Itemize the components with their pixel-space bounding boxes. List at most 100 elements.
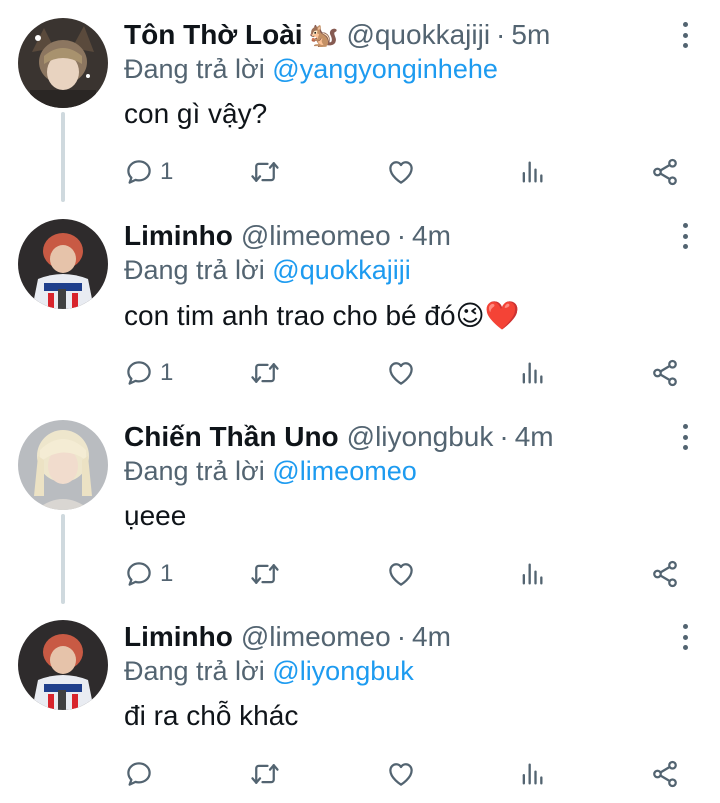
timestamp[interactable]: 5m: [511, 19, 550, 51]
heart-icon: [389, 161, 413, 184]
tweet-text-content: đi ra chỗ khác: [124, 700, 299, 731]
tweet[interactable]: Tôn Thờ Loài 🐿️ @quokkajiji · 5m Đang tr…: [0, 0, 720, 202]
retweet-icon: [251, 764, 279, 784]
retweet-icon: [251, 162, 279, 182]
avatar[interactable]: [18, 219, 108, 309]
tweet-text: con gì vậy?: [124, 98, 267, 130]
reply-button[interactable]: [124, 752, 154, 796]
more-options-icon[interactable]: [680, 22, 690, 48]
reply-button[interactable]: 1: [124, 150, 173, 194]
retweet-button[interactable]: [248, 150, 282, 194]
replying-to: Đang trả lời @liyongbuk: [124, 656, 414, 687]
handle[interactable]: @limeomeo: [241, 220, 391, 252]
share-button[interactable]: [650, 552, 680, 596]
share-button[interactable]: [650, 150, 680, 194]
tweet-text: con tim anh trao cho bé đó😉❤️: [124, 299, 520, 332]
share-icon: [653, 359, 677, 387]
tweet-header: Liminho @limeomeo · 4m: [124, 217, 660, 255]
retweet-button[interactable]: [248, 351, 282, 395]
analytics-icon: [522, 563, 543, 585]
handle[interactable]: @limeomeo: [241, 621, 391, 653]
more-options-icon[interactable]: [680, 624, 690, 650]
tweet-text-content: ụeee: [124, 500, 187, 531]
mention-link[interactable]: @liyongbuk: [272, 656, 414, 686]
timestamp[interactable]: 4m: [412, 621, 451, 653]
like-button[interactable]: [386, 752, 416, 796]
like-button[interactable]: [386, 552, 416, 596]
tweet-text: ụeee: [124, 500, 186, 532]
display-name[interactable]: Chiến Thần Uno: [124, 421, 339, 453]
wink-heart-emoji: 😉❤️: [455, 300, 520, 331]
like-button[interactable]: [386, 150, 416, 194]
replying-to-label: Đang trả lời: [124, 54, 265, 84]
tweet-text-content: con gì vậy?: [124, 98, 268, 129]
reply-button[interactable]: 1: [124, 351, 173, 395]
tweet-text-content: con tim anh trao cho bé đó: [124, 300, 456, 331]
action-bar: 1: [0, 150, 720, 194]
retweet-icon: [251, 363, 279, 383]
more-options-icon[interactable]: [680, 424, 690, 450]
reply-count: 1: [160, 158, 174, 185]
avatar[interactable]: [18, 420, 108, 510]
reply-icon: [127, 562, 151, 586]
separator: ·: [396, 621, 407, 652]
reply-button[interactable]: 1: [124, 552, 173, 596]
action-bar: [0, 752, 720, 796]
analytics-icon: [522, 161, 543, 183]
avatar[interactable]: [18, 18, 108, 108]
timestamp[interactable]: 4m: [412, 220, 451, 252]
display-name[interactable]: Liminho: [124, 220, 233, 252]
reply-icon: [127, 361, 151, 385]
handle[interactable]: @liyongbuk: [347, 421, 494, 453]
analytics-icon: [522, 763, 543, 785]
separator: ·: [496, 19, 506, 50]
separator: ·: [396, 220, 407, 251]
reply-count: 1: [160, 359, 174, 386]
heart-icon: [389, 362, 413, 385]
mention-link[interactable]: @yangyonginhehe: [272, 54, 498, 84]
display-name[interactable]: Liminho: [124, 621, 233, 653]
display-name[interactable]: Tôn Thờ Loài: [124, 19, 303, 51]
tweet[interactable]: Liminho @limeomeo · 4m Đang trả lời @liy…: [0, 602, 720, 803]
mention-link[interactable]: @quokkajiji: [272, 255, 410, 285]
heart-icon: [389, 563, 413, 586]
tweet-text: đi ra chỗ khác: [124, 700, 298, 732]
retweet-button[interactable]: [248, 752, 282, 796]
replying-to-label: Đang trả lời: [124, 656, 265, 686]
retweet-icon: [251, 564, 279, 584]
timestamp[interactable]: 4m: [515, 421, 554, 453]
tweet-header: Tôn Thờ Loài 🐿️ @quokkajiji · 5m: [124, 16, 660, 54]
handle[interactable]: @quokkajiji: [346, 19, 490, 51]
more-options-icon[interactable]: [680, 223, 690, 249]
like-button[interactable]: [386, 351, 416, 395]
share-icon: [653, 560, 677, 588]
mention-link[interactable]: @limeomeo: [272, 456, 416, 486]
views-button[interactable]: [518, 552, 546, 596]
analytics-icon: [522, 362, 543, 384]
share-icon: [653, 760, 677, 788]
squirrel-emoji: 🐿️: [308, 21, 339, 49]
replying-to: Đang trả lời @yangyonginhehe: [124, 54, 498, 85]
replying-to: Đang trả lời @limeomeo: [124, 456, 417, 487]
tweet-header: Liminho @limeomeo · 4m: [124, 618, 660, 656]
action-bar: 1: [0, 351, 720, 395]
tweet-header: Chiến Thần Uno @liyongbuk · 4m: [124, 418, 660, 456]
share-button[interactable]: [650, 351, 680, 395]
views-button[interactable]: [518, 150, 546, 194]
separator: ·: [499, 421, 509, 452]
reply-count: 1: [160, 560, 174, 587]
replying-to: Đang trả lời @quokkajiji: [124, 255, 411, 286]
tweet[interactable]: Liminho @limeomeo · 4m Đang trả lời @quo…: [0, 201, 720, 403]
heart-icon: [389, 763, 413, 786]
share-icon: [653, 158, 677, 186]
views-button[interactable]: [518, 752, 546, 796]
replying-to-label: Đang trả lời: [124, 255, 265, 285]
replying-to-label: Đang trả lời: [124, 456, 265, 486]
tweet[interactable]: Chiến Thần Uno @liyongbuk · 4m Đang trả …: [0, 402, 720, 604]
avatar[interactable]: [18, 620, 108, 710]
retweet-button[interactable]: [248, 552, 282, 596]
share-button[interactable]: [650, 752, 680, 796]
reply-thread: Tôn Thờ Loài 🐿️ @quokkajiji · 5m Đang tr…: [0, 0, 720, 803]
views-button[interactable]: [518, 351, 546, 395]
action-bar: 1: [0, 552, 720, 596]
